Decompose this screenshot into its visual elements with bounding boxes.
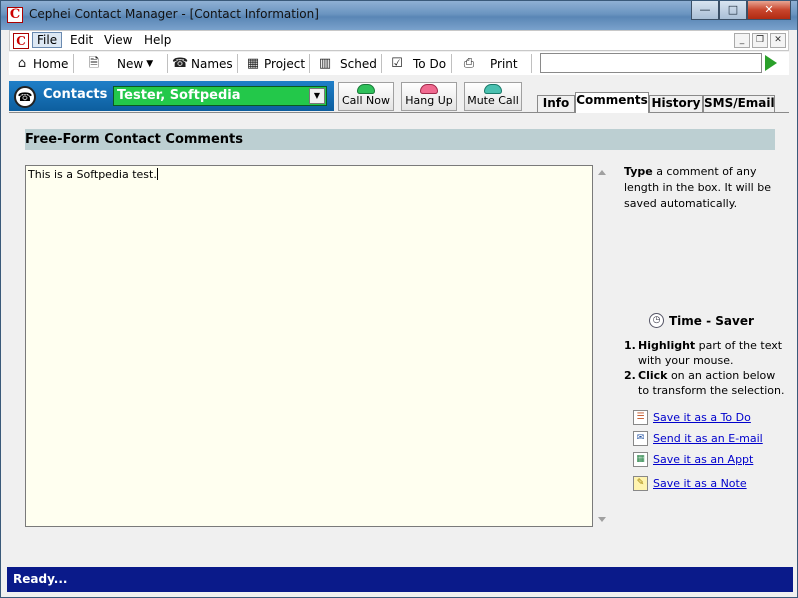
- todo-list-icon: ☰: [633, 410, 648, 425]
- window-title: Cephei Contact Manager - [Contact Inform…: [29, 7, 319, 21]
- clock-icon: ◷: [649, 313, 664, 328]
- minimize-button[interactable]: —: [691, 1, 719, 20]
- project-icon: ▦: [246, 55, 260, 71]
- home-icon: ⌂: [17, 55, 27, 71]
- call-now-button[interactable]: Call Now: [338, 82, 394, 111]
- project-button[interactable]: ▦ Project: [245, 54, 305, 73]
- menu-view[interactable]: View: [100, 33, 136, 47]
- contacts-phone-icon: ☎: [14, 86, 36, 108]
- mdi-close-button[interactable]: ✕: [770, 33, 786, 48]
- email-icon: ✉: [633, 431, 648, 446]
- contact-select[interactable]: Tester, Softpedia ▼: [113, 86, 327, 106]
- names-button[interactable]: ☎ Names: [172, 54, 233, 73]
- comments-panel: Free-Form Contact Comments This is a Sof…: [9, 112, 789, 565]
- close-button[interactable]: ✕: [747, 1, 791, 20]
- step-2: 2. Click on an action below to transform…: [624, 369, 785, 397]
- new-document-icon: 🗎: [88, 55, 100, 71]
- send-email-action[interactable]: ✉ Send it as an E-mail: [633, 428, 763, 449]
- step-1: 1. Highlight part of the text with your …: [624, 339, 783, 367]
- appointment-icon: ▦: [633, 452, 648, 467]
- new-button[interactable]: 🗎 New ▼: [86, 54, 153, 73]
- mute-phone-icon: [484, 84, 502, 94]
- toolbar: ⌂ Home 🗎 New ▼ ☎ Names ▦ Project ▥ Sched…: [9, 52, 789, 75]
- menu-bar: C File Edit View Help _ ❐ ✕: [9, 30, 789, 51]
- tab-info[interactable]: Info: [537, 95, 575, 112]
- title-bar: C Cephei Contact Manager - [Contact Info…: [1, 1, 797, 30]
- hangup-phone-icon: [420, 84, 438, 94]
- phone-icon: ☎: [172, 55, 189, 71]
- print-button[interactable]: ⎙ Print: [461, 54, 518, 73]
- tab-comments[interactable]: Comments: [575, 92, 649, 113]
- maximize-button[interactable]: □: [719, 1, 747, 20]
- app-window: C Cephei Contact Manager - [Contact Info…: [0, 0, 798, 598]
- time-saver-actions: ☰ Save it as a To Do ✉ Send it as an E-m…: [633, 407, 763, 494]
- save-todo-action[interactable]: ☰ Save it as a To Do: [633, 407, 763, 428]
- save-note-action[interactable]: ✎ Save it as a Note: [633, 473, 763, 494]
- go-arrow-icon[interactable]: [765, 55, 777, 71]
- chevron-down-icon[interactable]: ▼: [309, 88, 325, 104]
- help-text: Type a comment of any length in the box.…: [624, 165, 771, 210]
- scroll-up-icon[interactable]: [598, 170, 606, 175]
- contacts-label: Contacts :: [43, 87, 118, 102]
- menu-help[interactable]: Help: [140, 33, 175, 47]
- document-logo-icon[interactable]: C: [13, 33, 29, 49]
- mute-call-button[interactable]: Mute Call: [464, 82, 522, 111]
- time-saver-steps: 1. Highlight part of the text with your …: [624, 338, 789, 398]
- save-appt-action[interactable]: ▦ Save it as an Appt: [633, 449, 763, 470]
- note-icon: ✎: [633, 476, 648, 491]
- checklist-icon: ☑: [391, 55, 403, 71]
- call-phone-icon: [357, 84, 375, 94]
- calendar-icon: ▥: [318, 55, 332, 71]
- printer-icon: ⎙: [463, 55, 475, 71]
- hang-up-button[interactable]: Hang Up: [401, 82, 457, 111]
- section-header: Free-Form Contact Comments: [25, 129, 775, 150]
- toolbar-search-input[interactable]: [540, 53, 762, 73]
- sched-button[interactable]: ▥ Sched: [317, 54, 377, 73]
- home-button[interactable]: ⌂ Home: [14, 54, 69, 73]
- tab-sms-email[interactable]: SMS/Email: [703, 95, 775, 112]
- menu-file[interactable]: File: [32, 32, 63, 48]
- todo-button[interactable]: ☑ To Do: [389, 54, 446, 73]
- comments-scrollbar[interactable]: [595, 165, 609, 527]
- tab-history[interactable]: History: [649, 95, 703, 112]
- app-logo-icon: C: [7, 7, 23, 23]
- menu-edit[interactable]: Edit: [66, 33, 97, 47]
- mdi-minimize-button[interactable]: _: [734, 33, 750, 48]
- scroll-down-icon[interactable]: [598, 517, 606, 522]
- time-saver-title: ◷ Time - Saver: [649, 313, 754, 328]
- comments-textarea[interactable]: This is a Softpedia test.: [25, 165, 593, 527]
- mdi-restore-button[interactable]: ❐: [752, 33, 768, 48]
- status-bar: Ready...: [7, 567, 793, 592]
- dropdown-arrow-icon: ▼: [146, 58, 154, 69]
